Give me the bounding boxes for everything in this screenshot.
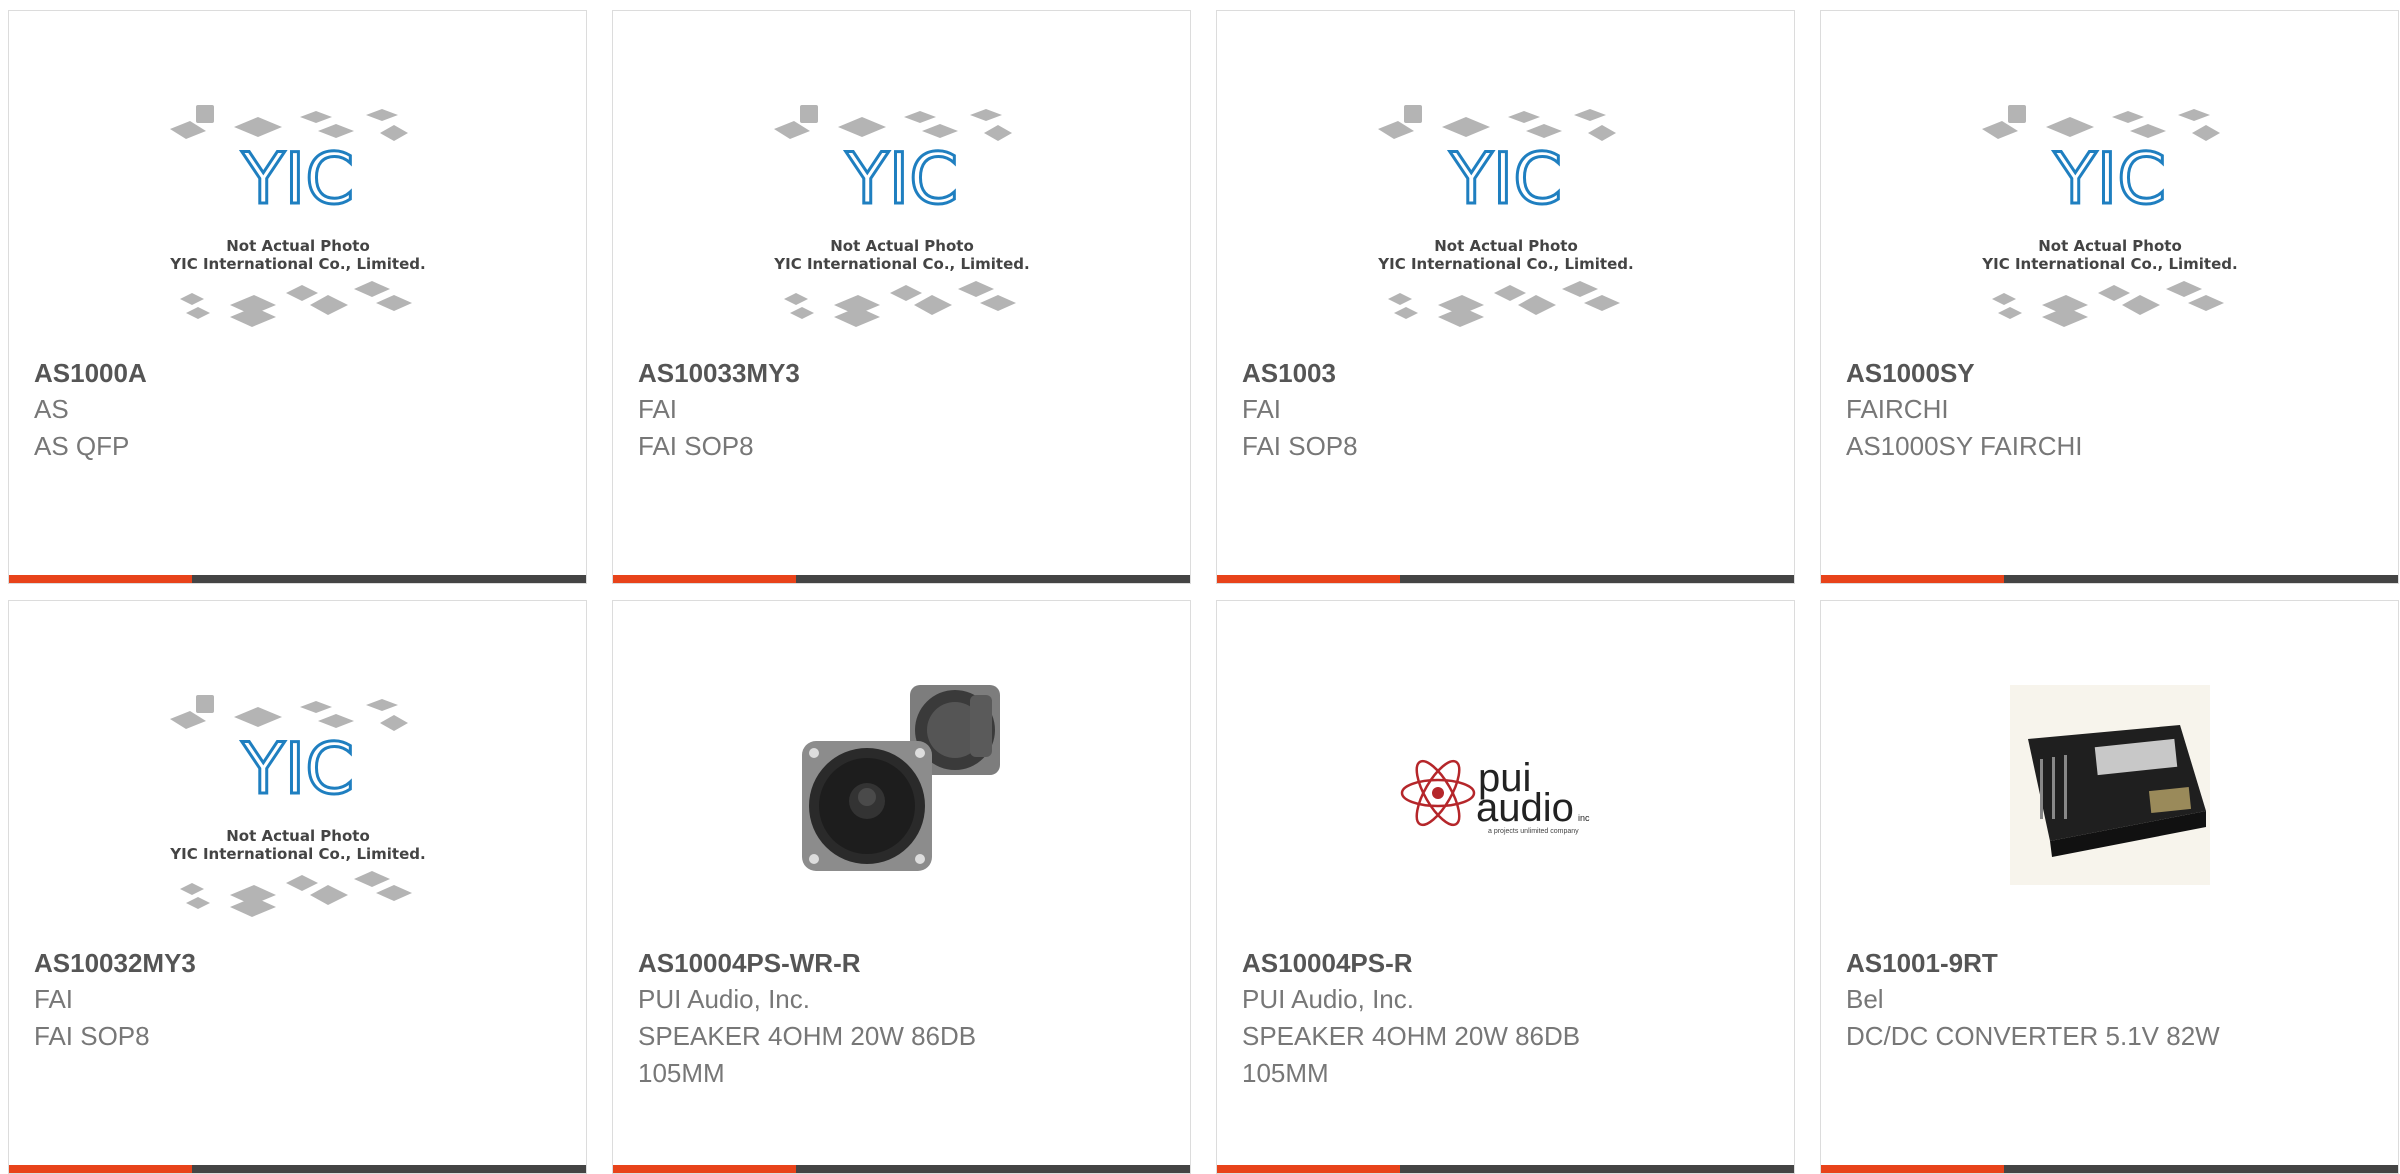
pui-audio-logo: pui audio inc a projects unlimited compa… <box>1400 756 1590 835</box>
card-bottom-bar <box>1821 1165 2398 1173</box>
svg-text:YIC International Co., Limited: YIC International Co., Limited. <box>1377 255 1633 273</box>
svg-text:YIC International Co., Limited: YIC International Co., Limited. <box>773 255 1029 273</box>
svg-text:audio: audio <box>1476 786 1574 830</box>
card-bottom-bar <box>613 575 1190 583</box>
description: SPEAKER 4OHM 20W 86DB 105MM <box>1242 1021 1581 1088</box>
part-number[interactable]: AS10004PS-R <box>1242 945 1769 981</box>
card-bottom-bar <box>1821 575 2398 583</box>
part-number[interactable]: AS1000SY <box>1846 355 2373 391</box>
manufacturer: FAIRCHI <box>1846 394 1949 424</box>
part-number[interactable]: AS1000A <box>34 355 561 391</box>
svg-text:YIC International Co., Limited: YIC International Co., Limited. <box>1981 255 2237 273</box>
chip-placeholder-graphic: YIC Not Actual Photo YIC International C… <box>773 105 1029 327</box>
placeholder-image: YIC Not Actual Photo YIC International C… <box>1821 91 2398 351</box>
chip-placeholder-graphic: YIC Not Actual Photo YIC International C… <box>1377 105 1633 327</box>
svg-text:YIC: YIC <box>844 138 957 220</box>
chip-placeholder-graphic: YIC Not Actual Photo YIC International C… <box>169 695 425 917</box>
svg-text:Not Actual Photo: Not Actual Photo <box>2038 237 2182 255</box>
chip-placeholder-graphic: YIC Not Actual Photo YIC International C… <box>1981 105 2237 327</box>
manufacturer: FAI <box>34 984 74 1014</box>
description: DC/DC CONVERTER 5.1V 82W <box>1846 1021 2220 1051</box>
svg-text:Not Actual Photo: Not Actual Photo <box>830 237 974 255</box>
manufacturer: PUI Audio, Inc. <box>638 984 810 1014</box>
placeholder-image: YIC Not Actual Photo YIC International C… <box>9 91 586 351</box>
svg-text:Not Actual Photo: Not Actual Photo <box>226 237 370 255</box>
description: AS QFP <box>34 431 130 461</box>
description: SPEAKER 4OHM 20W 86DB 105MM <box>638 1021 977 1088</box>
product-card[interactable]: AS1001-9RT Bel DC/DC CONVERTER 5.1V 82W <box>1820 600 2399 1174</box>
product-card[interactable]: YIC Not Actual Photo YIC International C… <box>1820 10 2399 584</box>
product-card[interactable]: pui audio inc a projects unlimited compa… <box>1216 600 1795 1174</box>
svg-text:Not Actual Photo: Not Actual Photo <box>226 827 370 845</box>
part-number[interactable]: AS10004PS-WR-R <box>638 945 1165 981</box>
placeholder-image: YIC Not Actual Photo YIC International C… <box>9 681 586 941</box>
svg-text:YIC: YIC <box>1448 138 1561 220</box>
card-bottom-bar <box>1217 1165 1794 1173</box>
placeholder-image: YIC Not Actual Photo YIC International C… <box>613 91 1190 351</box>
manufacturer: FAI <box>638 394 678 424</box>
svg-text:YIC: YIC <box>240 728 353 810</box>
manufacturer: PUI Audio, Inc. <box>1242 984 1414 1014</box>
svg-text:inc: inc <box>1578 813 1590 823</box>
description: FAI SOP8 <box>638 431 754 461</box>
speaker-photo <box>801 685 1000 871</box>
description: FAI SOP8 <box>1242 431 1358 461</box>
part-number[interactable]: AS1003 <box>1242 355 1769 391</box>
converter-photo <box>2009 685 2210 885</box>
part-number[interactable]: AS1001-9RT <box>1846 945 2373 981</box>
product-card[interactable]: YIC Not Actual Photo YIC International C… <box>8 600 587 1174</box>
svg-text:YIC: YIC <box>240 138 353 220</box>
placeholder-image: YIC Not Actual Photo YIC International C… <box>1217 91 1794 351</box>
description: FAI SOP8 <box>34 1021 150 1051</box>
card-bottom-bar <box>1217 575 1794 583</box>
card-bottom-bar <box>9 575 586 583</box>
description: AS1000SY FAIRCHI <box>1846 431 2083 461</box>
manufacturer: FAI <box>1242 394 1282 424</box>
product-card[interactable]: YIC Not Actual Photo YIC International C… <box>1216 10 1795 584</box>
chip-placeholder-graphic: YIC Not Actual Photo YIC International C… <box>169 105 425 327</box>
manufacturer: AS <box>34 394 69 424</box>
product-image <box>613 681 1190 941</box>
product-card[interactable]: AS10004PS-WR-R PUI Audio, Inc. SPEAKER 4… <box>612 600 1191 1174</box>
card-bottom-bar <box>613 1165 1190 1173</box>
svg-text:a projects unlimited company: a projects unlimited company <box>1488 828 1579 835</box>
product-image <box>1821 681 2398 941</box>
svg-text:YIC: YIC <box>2052 138 2165 220</box>
product-image: pui audio inc a projects unlimited compa… <box>1217 681 1794 941</box>
product-card[interactable]: YIC Not Actual Photo YIC International C… <box>8 10 587 584</box>
svg-text:Not Actual Photo: Not Actual Photo <box>1434 237 1578 255</box>
card-bottom-bar <box>9 1165 586 1173</box>
product-card[interactable]: YIC Not Actual Photo YIC International C… <box>612 10 1191 584</box>
svg-text:YIC International Co., Limited: YIC International Co., Limited. <box>169 845 425 863</box>
part-number[interactable]: AS10033MY3 <box>638 355 1165 391</box>
part-number[interactable]: AS10032MY3 <box>34 945 561 981</box>
manufacturer: Bel <box>1846 984 1884 1014</box>
svg-text:YIC International Co., Limited: YIC International Co., Limited. <box>169 255 425 273</box>
